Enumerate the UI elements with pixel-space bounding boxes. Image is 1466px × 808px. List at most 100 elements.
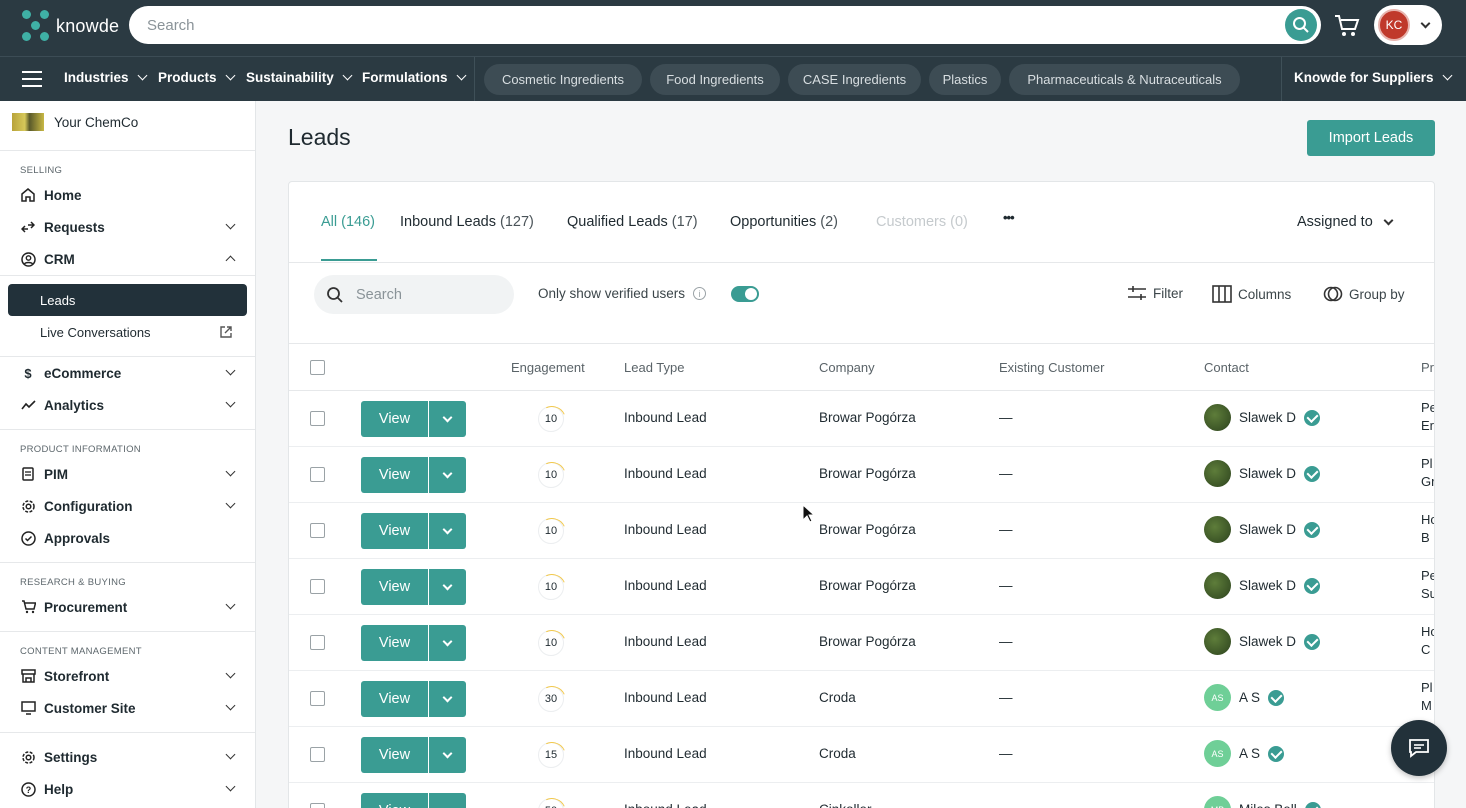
sidebar-item-storefront[interactable]: Storefront xyxy=(20,665,238,687)
row-checkbox[interactable] xyxy=(310,691,325,706)
chevron-down-icon xyxy=(442,636,453,646)
column-header-company[interactable]: Company xyxy=(819,360,875,375)
sidebar-item-analytics[interactable]: Analytics xyxy=(20,394,238,416)
row-checkbox[interactable] xyxy=(310,635,325,650)
sidebar-item-leads[interactable]: Leads xyxy=(8,284,247,316)
sidebar-item-live-conversations[interactable]: Live Conversations xyxy=(8,316,247,348)
filter-button[interactable]: Filter xyxy=(1127,285,1183,301)
contact-cell[interactable]: Slawek D xyxy=(1204,460,1321,487)
row-checkbox[interactable] xyxy=(310,803,325,808)
view-button[interactable]: View xyxy=(361,457,428,493)
assigned-to-dropdown[interactable]: Assigned to xyxy=(1297,214,1394,230)
sidebar-item-procurement[interactable]: Procurement xyxy=(20,596,238,618)
table-row[interactable]: View 10 Inbound Lead Browar Pogórza — Slawek … xyxy=(289,503,1434,559)
row-checkbox[interactable] xyxy=(310,747,325,762)
column-header-product[interactable]: Pr xyxy=(1421,360,1434,375)
column-header-existing-customer[interactable]: Existing Customer xyxy=(999,360,1104,375)
global-search-input[interactable] xyxy=(147,16,1247,34)
contact-cell[interactable]: Slawek D xyxy=(1204,516,1321,543)
sidebar-item-requests[interactable]: Requests xyxy=(20,216,238,238)
sidebar-item-settings[interactable]: Settings xyxy=(20,746,238,768)
view-menu-button[interactable] xyxy=(429,457,466,493)
nav-products[interactable]: Products xyxy=(158,70,235,85)
group-by-button[interactable]: Group by xyxy=(1323,285,1405,303)
contact-name: A S xyxy=(1239,690,1261,705)
tab-qualified-leads[interactable]: Qualified Leads (17) xyxy=(567,214,698,230)
row-checkbox[interactable] xyxy=(310,467,325,482)
more-tabs-button[interactable]: ••• xyxy=(1003,210,1015,225)
columns-button[interactable]: Columns xyxy=(1212,285,1291,303)
contact-cell[interactable]: AS A S xyxy=(1204,740,1285,767)
tab-inbound-leads[interactable]: Inbound Leads (127) xyxy=(400,214,534,230)
sidebar-item-help[interactable]: ? Help xyxy=(20,778,238,800)
contact-cell[interactable]: MB Miles Bell xyxy=(1204,796,1321,808)
table-row[interactable]: View 30 Inbound Lead Croda — AS A S Pl M xyxy=(289,671,1434,727)
table-row[interactable]: View 50 Inbound Lead Cinkoller — MB Miles Bell xyxy=(289,783,1434,808)
view-button[interactable]: View xyxy=(361,513,428,549)
contact-cell[interactable]: Slawek D xyxy=(1204,404,1321,431)
sidebar-item-configuration[interactable]: Configuration xyxy=(20,495,238,517)
table-row[interactable]: View 10 Inbound Lead Browar Pogórza — Slawek … xyxy=(289,615,1434,671)
pill-case-ingredients[interactable]: CASE Ingredients xyxy=(788,64,921,95)
column-header-lead-type[interactable]: Lead Type xyxy=(624,360,684,375)
table-row[interactable]: View 10 Inbound Lead Browar Pogórza — Slawek … xyxy=(289,391,1434,447)
sidebar-item-label: Home xyxy=(44,187,82,203)
info-icon[interactable]: i xyxy=(693,287,707,300)
tab-all[interactable]: All (146) xyxy=(321,214,375,230)
table-row[interactable]: View 10 Inbound Lead Browar Pogórza — Slawek … xyxy=(289,559,1434,615)
column-header-engagement[interactable]: Engagement xyxy=(511,360,585,375)
view-menu-button[interactable] xyxy=(429,625,466,661)
view-button[interactable]: View xyxy=(361,681,428,717)
contact-cell[interactable]: AS A S xyxy=(1204,684,1285,711)
view-button[interactable]: View xyxy=(361,569,428,605)
chat-button[interactable] xyxy=(1391,720,1447,776)
select-all-checkbox[interactable] xyxy=(310,360,325,375)
nav-industries[interactable]: Industries xyxy=(64,70,147,85)
pill-food-ingredients[interactable]: Food Ingredients xyxy=(650,64,780,95)
pill-plastics[interactable]: Plastics xyxy=(929,64,1001,95)
hamburger-icon[interactable] xyxy=(22,71,42,87)
view-menu-button[interactable] xyxy=(429,793,466,808)
verified-toggle[interactable] xyxy=(731,286,759,302)
contact-cell[interactable]: Slawek D xyxy=(1204,572,1321,599)
knowde-logo[interactable]: knowde xyxy=(22,10,119,42)
view-menu-button[interactable] xyxy=(429,737,466,773)
tab-opportunities[interactable]: Opportunities (2) xyxy=(730,214,838,230)
sidebar-item-approvals[interactable]: Approvals xyxy=(20,527,238,549)
import-leads-button[interactable]: Import Leads xyxy=(1307,120,1435,156)
cart-icon[interactable] xyxy=(1334,14,1360,38)
avatar xyxy=(1204,460,1231,487)
section-product-information: PRODUCT INFORMATION xyxy=(20,444,141,455)
view-menu-button[interactable] xyxy=(429,513,466,549)
pill-cosmetic-ingredients[interactable]: Cosmetic Ingredients xyxy=(484,64,642,95)
nav-knowde-for-suppliers[interactable]: Knowde for Suppliers xyxy=(1294,70,1452,85)
table-row[interactable]: View 10 Inbound Lead Browar Pogórza — Slawek … xyxy=(289,447,1434,503)
row-checkbox[interactable] xyxy=(310,523,325,538)
view-menu-button[interactable] xyxy=(429,569,466,605)
sidebar-item-pim[interactable]: PIM xyxy=(20,463,238,485)
nav-sustainability[interactable]: Sustainability xyxy=(246,70,353,85)
nav-formulations[interactable]: Formulations xyxy=(362,70,466,85)
contact-cell[interactable]: Slawek D xyxy=(1204,628,1321,655)
sidebar-item-customer-site[interactable]: Customer Site xyxy=(20,697,238,719)
view-button[interactable]: View xyxy=(361,625,428,661)
table-row[interactable]: View15Inbound LeadCroda—ASA SHoEr xyxy=(289,727,1434,783)
view-button[interactable]: View xyxy=(361,793,428,808)
search-button[interactable] xyxy=(1285,9,1317,41)
company-switcher[interactable]: Your ChemCo xyxy=(12,113,138,131)
user-menu[interactable]: KC xyxy=(1374,5,1442,45)
pill-pharmaceuticals[interactable]: Pharmaceuticals & Nutraceuticals xyxy=(1009,64,1240,95)
view-button[interactable]: View xyxy=(361,737,428,773)
view-menu-button[interactable] xyxy=(429,681,466,717)
column-header-contact[interactable]: Contact xyxy=(1204,360,1249,375)
table-search-input[interactable] xyxy=(356,286,496,303)
sidebar-item-home[interactable]: Home xyxy=(20,184,238,206)
row-checkbox[interactable] xyxy=(310,579,325,594)
tab-customers[interactable]: Customers (0) xyxy=(876,214,968,230)
view-menu-button[interactable] xyxy=(429,401,466,437)
sidebar-item-ecommerce[interactable]: $ eCommerce xyxy=(20,362,238,384)
row-checkbox[interactable] xyxy=(310,411,325,426)
sidebar-item-crm[interactable]: CRM xyxy=(20,248,238,270)
verified-filter: Only show verified users i xyxy=(538,286,707,301)
view-button[interactable]: View xyxy=(361,401,428,437)
